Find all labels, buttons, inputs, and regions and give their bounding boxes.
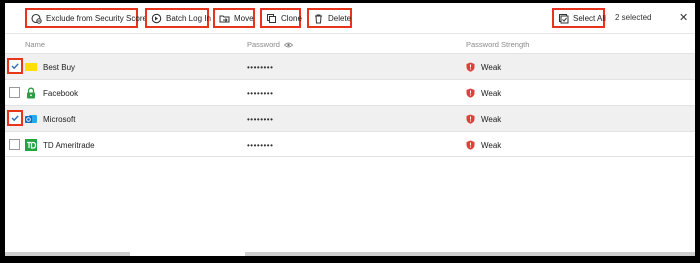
strength-label: Weak — [481, 114, 502, 124]
password-value: •••••••• — [247, 89, 274, 98]
delete-button[interactable]: Delete — [307, 8, 352, 28]
table-row[interactable]: Best Buy •••••••• Weak — [5, 53, 695, 79]
scrollbar-thumb[interactable] — [245, 252, 695, 256]
clone-icon — [266, 13, 277, 24]
select-all-icon — [558, 13, 569, 24]
select-all-button[interactable]: Select All — [552, 8, 606, 28]
batch-log-in-label: Batch Log In — [166, 13, 211, 23]
select-all-label: Select All — [573, 13, 606, 23]
toolbar: Exclude from Security Score Batch Log In… — [5, 3, 695, 34]
batch-log-in-button[interactable]: Batch Log In — [145, 8, 211, 28]
app-window: Exclude from Security Score Batch Log In… — [5, 3, 695, 256]
exclude-score-icon — [31, 13, 42, 24]
row-checkbox[interactable] — [9, 87, 20, 98]
weak-shield-icon — [466, 62, 475, 72]
weak-shield-icon — [466, 114, 475, 124]
outlook-logo — [25, 115, 37, 123]
password-value: •••••••• — [247, 63, 274, 72]
site-name: TD Ameritrade — [43, 141, 95, 150]
password-column-label: Password — [247, 40, 280, 49]
password-strength-column-header[interactable]: Password Strength — [466, 40, 529, 49]
move-folder-icon — [219, 13, 230, 24]
password-column-header[interactable]: Password — [247, 40, 294, 49]
selected-count: 2 selected — [615, 13, 652, 22]
best-buy-logo — [25, 63, 37, 71]
row-checkbox[interactable] — [9, 139, 20, 150]
move-button[interactable]: Move — [213, 8, 255, 28]
checkmark-icon — [11, 63, 19, 70]
batch-login-icon — [151, 13, 162, 24]
table-row[interactable]: TD Ameritrade •••••••• Weak — [5, 131, 695, 157]
table-row[interactable]: Facebook •••••••• Weak — [5, 79, 695, 105]
site-name: Facebook — [43, 89, 79, 98]
exclude-from-security-score-button[interactable]: Exclude from Security Score — [25, 8, 147, 28]
strength-indicator: Weak — [466, 88, 501, 98]
clone-label: Clone — [281, 13, 302, 23]
weak-shield-icon — [466, 140, 475, 150]
row-checkbox[interactable] — [7, 110, 23, 126]
strength-indicator: Weak — [466, 62, 501, 72]
table-row[interactable]: Microsoft •••••••• Weak — [5, 105, 695, 131]
site-name: Microsoft — [43, 115, 76, 124]
column-header: Name Password Password Strength — [5, 33, 695, 53]
strength-indicator: Weak — [466, 140, 501, 150]
row-checkbox[interactable] — [7, 58, 23, 74]
password-value: •••••••• — [247, 115, 274, 124]
lock-icon — [27, 87, 35, 99]
strength-label: Weak — [481, 88, 502, 98]
eye-icon[interactable] — [283, 42, 294, 48]
weak-shield-icon — [466, 88, 475, 98]
clone-button[interactable]: Clone — [260, 8, 302, 28]
move-label: Move — [234, 13, 254, 23]
close-icon[interactable]: ✕ — [679, 11, 688, 24]
strength-indicator: Weak — [466, 114, 501, 124]
delete-label: Delete — [328, 13, 352, 23]
trash-icon — [313, 13, 324, 24]
name-column-header[interactable]: Name — [25, 40, 45, 49]
td-logo — [25, 139, 37, 151]
exclude-from-security-score-label: Exclude from Security Score — [46, 13, 147, 23]
password-value: •••••••• — [247, 141, 274, 150]
scrollbar-thumb[interactable] — [5, 252, 130, 256]
site-name: Best Buy — [43, 63, 76, 72]
checkmark-icon — [11, 115, 19, 122]
strength-label: Weak — [481, 140, 502, 150]
strength-label: Weak — [481, 62, 502, 72]
